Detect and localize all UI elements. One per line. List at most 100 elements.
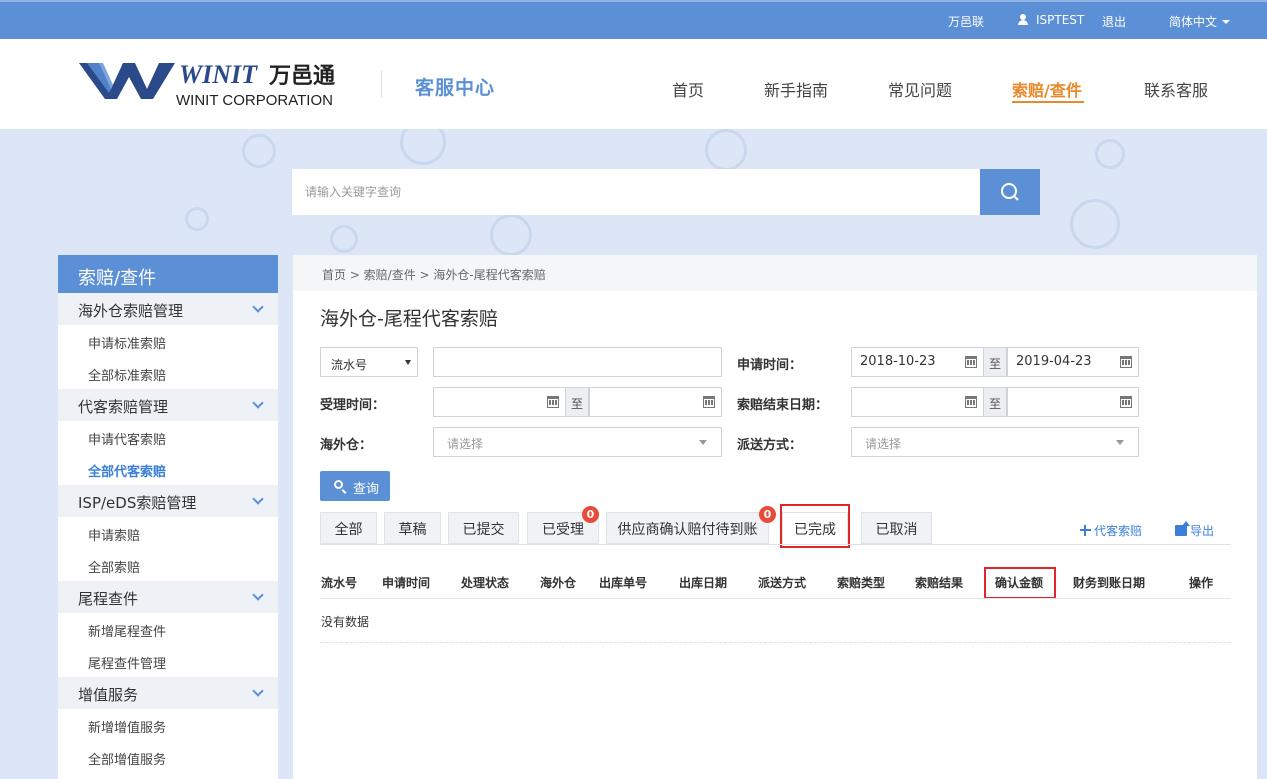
nav-claims[interactable]: 索赔/查件: [1012, 77, 1082, 101]
sidebar-group-value-added[interactable]: 增值服务: [58, 677, 278, 709]
nav-active-underline: [1012, 101, 1084, 103]
decor-circle-icon: [400, 129, 446, 165]
col-warehouse: 海外仓: [540, 576, 577, 590]
sidebar-item-new-value-added[interactable]: 新增增值服务: [58, 709, 278, 741]
calendar-icon: [965, 396, 977, 408]
col-finance-date: 财务到账日期: [1073, 576, 1146, 590]
apply-to-date[interactable]: 2019-04-23: [1007, 347, 1139, 377]
header: WINIT 万邑通 WINIT CORPORATION 客服中心 首页 新手指南…: [0, 39, 1267, 129]
user-info[interactable]: ISPTEST: [1018, 13, 1084, 27]
sidebar-title: 索赔/查件: [58, 255, 278, 293]
type-select-value: 流水号: [331, 358, 368, 372]
claim-end-from-date[interactable]: [851, 387, 984, 417]
empty-state-text: 没有数据: [321, 615, 370, 629]
nav-home[interactable]: 首页: [672, 77, 704, 101]
logo[interactable]: WINIT 万邑通 WINIT CORPORATION: [79, 59, 359, 111]
accept-time-label: 受理时间：: [320, 398, 386, 413]
sidebar-item-tracking-manage[interactable]: 尾程查件管理: [58, 645, 278, 677]
sidebar-group-label: 增值服务: [78, 686, 139, 704]
sidebar-item-all-claims[interactable]: 全部索赔: [58, 549, 278, 581]
plus-icon: [1080, 525, 1091, 536]
export-link[interactable]: 导出: [1175, 521, 1215, 539]
col-claim-type: 索赔类型: [837, 576, 886, 590]
warehouse-select[interactable]: 请选择: [433, 427, 722, 457]
export-icon: [1175, 521, 1190, 536]
col-status: 处理状态: [461, 576, 510, 590]
nav-contact[interactable]: 联系客服: [1144, 77, 1208, 101]
sidebar-item-apply-agent[interactable]: 申请代客索赔: [58, 421, 278, 453]
apply-to-value: 2019-04-23: [1016, 354, 1092, 369]
sidebar-group-label: 尾程查件: [78, 590, 139, 608]
sidebar-group-label: 海外仓索赔管理: [78, 302, 184, 320]
main-panel: 首页 > 索赔/查件 > 海外仓-尾程代客索赔 海外仓-尾程代客索赔 流水号 申…: [293, 255, 1257, 779]
sidebar-group-tracking[interactable]: 尾程查件: [58, 581, 278, 613]
chevron-down-icon: [252, 301, 264, 313]
tab-accepted-badge: 0: [582, 506, 599, 523]
sidebar-group-label: ISP/eDS索赔管理: [78, 494, 197, 512]
search-box: [292, 169, 980, 215]
sidebar-item-apply-standard[interactable]: 申请标准索赔: [58, 325, 278, 357]
search-button[interactable]: [980, 169, 1040, 215]
chevron-down-icon: [699, 440, 707, 445]
type-value-input[interactable]: [433, 347, 722, 377]
sidebar-item-new-tracking[interactable]: 新增尾程查件: [58, 613, 278, 645]
tab-supplier-confirmed[interactable]: 供应商确认赔付待到账: [606, 512, 769, 544]
col-claim-result: 索赔结果: [915, 576, 964, 590]
tab-supplier-confirmed-badge: 0: [759, 506, 776, 523]
chevron-down-icon: [405, 360, 411, 365]
logout-link[interactable]: 退出: [1102, 13, 1126, 30]
sidebar-group-overseas[interactable]: 海外仓索赔管理: [58, 293, 278, 325]
export-label: 导出: [1190, 524, 1215, 538]
decor-coin-icon: [1095, 139, 1125, 169]
top-bar: 万邑联 ISPTEST 退出 简体中文: [0, 0, 1267, 39]
sidebar-group-isp[interactable]: ISP/eDS索赔管理: [58, 485, 278, 517]
username: ISPTEST: [1036, 13, 1085, 27]
accept-to-date[interactable]: [589, 387, 722, 417]
col-operation: 操作: [1189, 576, 1214, 590]
apply-from-date[interactable]: 2018-10-23: [851, 347, 984, 377]
tab-draft[interactable]: 草稿: [384, 512, 441, 544]
logo-divider: [381, 71, 382, 97]
breadcrumb: 首页 > 索赔/查件 > 海外仓-尾程代客索赔: [293, 255, 1257, 291]
apply-from-value: 2018-10-23: [860, 354, 936, 369]
chevron-down-icon: [1116, 440, 1124, 445]
tab-submitted[interactable]: 已提交: [448, 512, 519, 544]
delivery-select[interactable]: 请选择: [851, 427, 1139, 457]
sidebar-item-apply-claim[interactable]: 申请索赔: [58, 517, 278, 549]
logo-main: WINIT: [179, 60, 258, 89]
type-select[interactable]: 流水号: [320, 347, 418, 377]
nav-faq[interactable]: 常见问题: [888, 77, 952, 101]
col-delivery: 派送方式: [758, 576, 807, 590]
sidebar-item-all-agent[interactable]: 全部代客索赔: [58, 453, 278, 485]
tab-all[interactable]: 全部: [320, 512, 377, 544]
highlight-box-tab: [780, 504, 850, 548]
add-agent-claim-link[interactable]: 代客索赔: [1080, 522, 1142, 539]
sidebar-item-all-value-added[interactable]: 全部增值服务: [58, 741, 278, 773]
claim-end-to-date[interactable]: [1007, 387, 1139, 417]
chevron-down-icon: [1222, 20, 1231, 24]
accept-from-date[interactable]: [433, 387, 566, 417]
to-separator: 至: [565, 387, 589, 417]
sidebar-group-label: 代客索赔管理: [78, 398, 169, 416]
apply-time-label: 申请时间：: [737, 358, 803, 373]
sidebar-group-agent[interactable]: 代客索赔管理: [58, 389, 278, 421]
sidebar-item-all-standard[interactable]: 全部标准索赔: [58, 357, 278, 389]
highlight-box-column: [984, 567, 1056, 599]
to-separator: 至: [983, 347, 1007, 377]
nav-guide[interactable]: 新手指南: [764, 77, 828, 101]
search-input[interactable]: [292, 169, 980, 215]
decor-magnifier-icon: [490, 214, 532, 256]
sidebar: 索赔/查件 海外仓索赔管理 申请标准索赔 全部标准索赔 代客索赔管理 申请代客索…: [58, 255, 278, 779]
brand-link[interactable]: 万邑联: [948, 13, 984, 30]
delivery-label: 派送方式：: [737, 438, 803, 453]
language-selector[interactable]: 简体中文: [1169, 13, 1231, 30]
col-outbound-no: 出库单号: [599, 576, 648, 590]
decor-dollar-icon: [705, 129, 747, 171]
chevron-down-icon: [252, 685, 264, 697]
search-icon: [1001, 183, 1019, 201]
logo-cn: 万邑通: [268, 64, 335, 89]
decor-circle-icon: [1070, 199, 1120, 249]
query-button-label: 查询: [353, 482, 380, 497]
query-button[interactable]: 查询: [320, 471, 390, 501]
tab-cancelled[interactable]: 已取消: [861, 512, 932, 544]
